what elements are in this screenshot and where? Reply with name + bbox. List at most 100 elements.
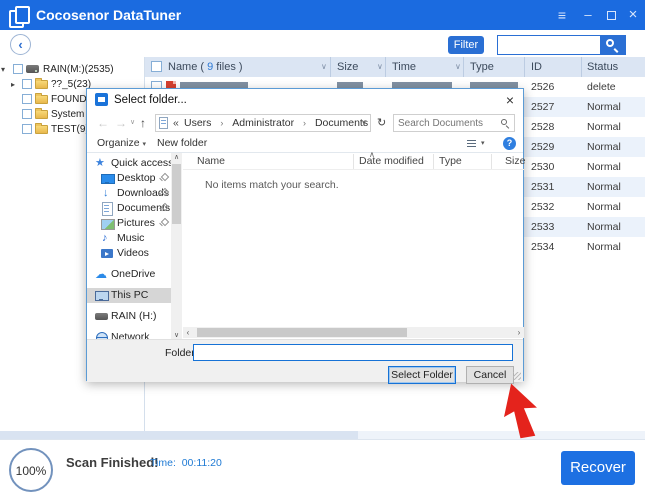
column-header-time[interactable]: Time (392, 57, 416, 77)
tree-item-quick-access[interactable]: Quick access (87, 156, 171, 171)
breadcrumb-segment[interactable]: Users (184, 117, 211, 129)
column-header-type[interactable]: Type (470, 57, 494, 77)
tree-item-documents[interactable]: Documents (87, 201, 171, 216)
help-icon[interactable]: ? (503, 137, 516, 150)
tree-item-downloads[interactable]: Downloads (87, 186, 171, 201)
tree-item-drive[interactable]: ▾ RAIN(M:)(2535) (0, 62, 144, 77)
nav-forward-icon[interactable]: → (115, 111, 127, 135)
recover-button[interactable]: Recover (561, 451, 635, 485)
dialog-app-icon (95, 93, 108, 106)
dialog-search-input[interactable] (398, 116, 494, 130)
address-overflow-chevron[interactable]: « (173, 115, 179, 131)
column-header-size[interactable]: Size (337, 57, 358, 77)
address-bar[interactable]: « Users › Administrator › Documents ∨ (155, 114, 371, 132)
progress-circle: 100% (9, 448, 53, 492)
refresh-icon[interactable]: ↻ (377, 111, 386, 135)
downloads-icon (101, 187, 114, 200)
tree-vertical-scrollbar[interactable]: ∧ ∨ (171, 153, 182, 339)
column-header-name[interactable]: Name (197, 153, 225, 170)
nav-history-chevron-icon[interactable]: ∨ (130, 111, 135, 135)
sort-chevron-icon[interactable]: ∨ (377, 57, 383, 77)
view-mode-icon[interactable] (467, 140, 476, 148)
scrollbar-thumb[interactable] (197, 328, 407, 337)
dialog-title-bar: Select folder... × (87, 89, 523, 111)
tree-item-rain-drive[interactable]: RAIN (H:) (87, 309, 171, 324)
pin-icon (159, 204, 167, 212)
checkbox[interactable] (22, 124, 32, 134)
select-all-checkbox[interactable] (151, 61, 162, 72)
select-folder-button[interactable]: Select Folder (388, 366, 456, 384)
scroll-up-icon[interactable]: ∧ (171, 153, 182, 161)
pin-icon (159, 219, 167, 227)
breadcrumb-chevron-icon[interactable]: › (220, 118, 223, 128)
menu-icon[interactable]: ≡ (552, 0, 572, 30)
column-header-name[interactable]: Name ( 9 files ) (168, 57, 243, 77)
tree-item-pictures[interactable]: Pictures (87, 216, 171, 231)
quick-access-star-icon (95, 157, 108, 170)
sort-chevron-icon[interactable]: ∨ (321, 57, 327, 77)
filter-button[interactable]: Filter (448, 36, 484, 54)
checkbox[interactable] (22, 94, 32, 104)
file-list-header: ∧ Name Date modified Type Size (183, 153, 524, 170)
resize-grip[interactable] (513, 372, 521, 380)
dialog-close-icon[interactable]: × (506, 89, 514, 111)
scrollbar-thumb[interactable] (172, 164, 181, 224)
column-header-size[interactable]: Size (505, 153, 525, 170)
close-button[interactable]: × (623, 0, 643, 30)
scan-status-message: Scan Finished! (66, 455, 158, 470)
status-value: Normal (587, 97, 621, 117)
status-value: Normal (587, 237, 621, 257)
column-divider (581, 57, 582, 77)
checkbox[interactable] (22, 109, 32, 119)
nav-up-icon[interactable]: ↑ (140, 111, 146, 135)
select-folder-dialog: Select folder... × ← → ∨ ↑ « Users › Adm… (86, 88, 524, 381)
scroll-right-icon[interactable]: › (514, 327, 524, 338)
table-header: Name ( 9 files ) ∨ Size ∨ Time ∨ Type ID… (145, 57, 645, 77)
maximize-icon (607, 11, 616, 20)
column-header-status[interactable]: Status (587, 57, 618, 77)
new-folder-button[interactable]: New folder (157, 135, 207, 152)
maximize-button[interactable] (601, 0, 621, 30)
status-value: delete (587, 77, 616, 97)
checkbox[interactable] (22, 79, 32, 89)
breadcrumb-segment[interactable]: Documents (315, 117, 368, 129)
search-input[interactable] (500, 37, 600, 53)
pin-icon (159, 189, 167, 197)
breadcrumb-segment[interactable]: Administrator (232, 117, 294, 129)
dialog-title: Select folder... (114, 89, 187, 111)
column-header-id[interactable]: ID (531, 57, 542, 77)
tree-item-this-pc[interactable]: This PC (87, 288, 171, 303)
view-dropdown-chevron-icon[interactable]: ▾ (481, 135, 485, 152)
videos-icon (101, 247, 114, 260)
tree-item-desktop[interactable]: Desktop (87, 171, 171, 186)
sort-chevron-icon[interactable]: ∨ (455, 57, 461, 77)
organize-menu[interactable]: Organize ▾ (97, 135, 146, 153)
minimize-button[interactable]: – (578, 0, 598, 30)
tree-item-videos[interactable]: Videos (87, 246, 171, 261)
this-pc-icon (95, 289, 108, 302)
back-button[interactable]: ‹ (10, 34, 31, 55)
address-dropdown-icon[interactable]: ∨ (361, 115, 367, 131)
column-header-type[interactable]: Type (439, 153, 462, 170)
status-value: Normal (587, 217, 621, 237)
tree-item-music[interactable]: Music (87, 231, 171, 246)
column-divider (491, 154, 492, 169)
scroll-down-icon[interactable]: ∨ (171, 331, 182, 339)
nav-back-icon[interactable]: ← (97, 111, 109, 135)
dialog-footer: Folder: Select Folder Cancel (87, 339, 523, 382)
pictures-icon (101, 217, 114, 230)
list-horizontal-scrollbar[interactable]: ‹ › (183, 327, 524, 338)
folder-name-input[interactable] (193, 344, 513, 361)
status-value: Normal (587, 177, 621, 197)
collapse-arrow-icon[interactable]: ▾ (1, 62, 5, 77)
breadcrumb-chevron-icon[interactable]: › (303, 118, 306, 128)
tree-item-onedrive[interactable]: OneDrive (87, 267, 171, 282)
search-button[interactable] (600, 36, 625, 54)
scroll-left-icon[interactable]: ‹ (183, 327, 193, 338)
cancel-button[interactable]: Cancel (466, 366, 514, 384)
status-value: Normal (587, 117, 621, 137)
checkbox[interactable] (13, 64, 23, 74)
scrollbar-thumb[interactable] (0, 431, 358, 439)
expand-arrow-icon[interactable]: ▸ (11, 77, 15, 92)
column-header-date-modified[interactable]: Date modified (359, 153, 424, 170)
